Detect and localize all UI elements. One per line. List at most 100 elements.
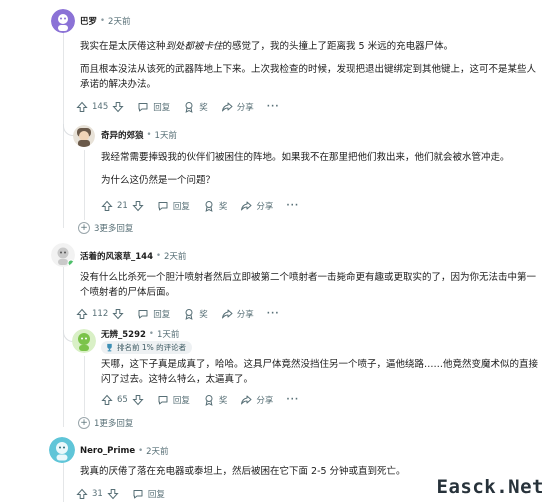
username[interactable]: Nero_Prime <box>80 446 135 456</box>
vote-group: 31 <box>76 488 119 500</box>
downvote-icon[interactable] <box>112 308 124 320</box>
share-icon <box>241 201 252 211</box>
award-button[interactable]: 奖 <box>183 308 208 320</box>
username[interactable]: 巴罗 <box>80 15 97 27</box>
vote-count: 31 <box>92 489 103 499</box>
comment-actions: 112 回复 奖 分享 ··· <box>76 308 292 320</box>
reply-icon <box>158 396 168 405</box>
avatar[interactable] <box>51 9 75 33</box>
reply-button[interactable]: 回复 <box>137 308 170 320</box>
more-replies-link[interactable]: + 1更多回复 <box>78 417 133 429</box>
share-button[interactable]: 分享 <box>221 101 254 113</box>
vote-group: 145 <box>76 101 124 113</box>
timestamp[interactable]: 1天前 <box>157 328 179 340</box>
award-button[interactable]: 奖 <box>203 394 227 406</box>
comment-paragraph: 我经常需要捧毁我的伙伴们被困住的阵地。如果我不在那里把他们救出来，他们就会被水管… <box>101 152 510 163</box>
downvote-icon[interactable] <box>132 200 144 212</box>
timestamp[interactable]: 2天前 <box>164 250 186 262</box>
vote-group: 112 <box>76 308 124 320</box>
thread-line[interactable] <box>63 462 64 502</box>
comment-actions: 31 回复 <box>76 488 178 500</box>
upvote-icon[interactable] <box>76 101 88 113</box>
timestamp[interactable]: 1天前 <box>155 129 177 141</box>
comment-meta: 无辨_5292 • 1天前 <box>101 328 180 340</box>
ellipsis-icon: ··· <box>266 309 280 319</box>
ellipsis-icon: ··· <box>286 201 300 211</box>
comment-paragraph: 而且根本没法从该死的武器阵地上下来。上次我检查的时候，发现把退出键绑定到其他键上… <box>80 64 537 90</box>
reply-button[interactable]: 回复 <box>137 101 170 113</box>
more-replies-link[interactable]: + 3更多回复 <box>78 222 133 234</box>
comment-actions: 21 回复 奖 分享 ··· <box>101 200 312 212</box>
avatar[interactable] <box>49 437 75 463</box>
reply-button[interactable]: 回复 <box>157 394 190 406</box>
upvote-icon[interactable] <box>101 200 113 212</box>
username[interactable]: 活着的风滚草_144 <box>80 250 153 262</box>
upvote-icon[interactable] <box>76 308 88 320</box>
more-options-button[interactable]: ··· <box>286 201 299 211</box>
comment-body: 我经常需要捧毁我的伙伴们被困住的阵地。如果我不在那里把他们救出来，他们就会被水管… <box>101 150 541 188</box>
downvote-icon[interactable] <box>132 394 144 406</box>
share-button[interactable]: 分享 <box>240 394 273 406</box>
comment-meta: Nero_Prime • 2天前 <box>80 445 169 457</box>
downvote-icon[interactable] <box>112 101 124 113</box>
avatar[interactable] <box>51 243 75 267</box>
vote-count: 112 <box>92 309 109 319</box>
more-options-button[interactable]: ··· <box>267 102 280 112</box>
award-icon <box>185 309 193 320</box>
comment-meta: 巴罗 • 2天前 <box>80 15 131 27</box>
comment-actions: 65 回复 奖 分享 ··· <box>101 394 312 406</box>
expand-icon: + <box>78 222 90 234</box>
username[interactable]: 无辨_5292 <box>101 328 146 340</box>
ellipsis-icon: ··· <box>266 102 280 112</box>
upvote-icon[interactable] <box>101 394 113 406</box>
award-icon <box>205 201 213 212</box>
award-icon <box>205 395 213 406</box>
reply-button[interactable]: 回复 <box>157 200 190 212</box>
upvote-icon[interactable] <box>76 488 88 500</box>
vote-count: 21 <box>117 201 128 211</box>
timestamp[interactable]: 2天前 <box>146 445 168 457</box>
top-commenter-badge[interactable]: 排名前 1% 的评论者 <box>101 341 193 354</box>
user-avatar-icon <box>73 125 95 147</box>
comment-body: 没有什么比杀死一个胆汁喷射者然后立即被第二个喷射者一击毙命更有趣或更取实的了，因… <box>80 270 542 300</box>
comment-body: 我实在是太厌倦这种到处都被卡住的感觉了，我的头撞上了距离我 5 米远的充电器尸体… <box>80 39 540 92</box>
trophy-icon <box>107 343 112 352</box>
reply-icon <box>138 103 148 112</box>
thread-line[interactable] <box>63 267 64 427</box>
reply-icon <box>133 490 143 499</box>
more-options-button[interactable]: ··· <box>286 395 299 405</box>
avatar[interactable] <box>72 329 96 353</box>
reply-icon <box>158 202 168 211</box>
award-icon <box>185 102 193 113</box>
comment-actions: 145 回复 奖 分享 ··· <box>76 101 292 113</box>
user-avatar-icon <box>49 437 75 463</box>
ellipsis-icon: ··· <box>286 395 300 405</box>
reply-icon <box>138 310 148 319</box>
award-button[interactable]: 奖 <box>203 200 227 212</box>
comment-paragraph: 我实在是太厌倦这种到处都被卡住的感觉了，我的头撞上了距离我 5 米远的充电器尸体… <box>80 41 454 52</box>
comment-body: 天哪，这下子真是成真了，哈哈。这具尸体竟然没挡住另一个喷子，逼他绕路……他竟然变… <box>101 357 541 387</box>
timestamp[interactable]: 2天前 <box>108 15 130 27</box>
comment-paragraph: 没有什么比杀死一个胆汁喷射者然后立即被第二个喷射者一击毙命更有趣或更取实的了，因… <box>80 272 537 298</box>
share-icon <box>221 309 233 319</box>
award-button[interactable]: 奖 <box>183 101 208 113</box>
vote-count: 65 <box>117 395 128 405</box>
share-icon <box>221 102 233 112</box>
username[interactable]: 奇异的郊狼 <box>101 129 144 141</box>
comment-paragraph: 为什么这仍然是一个问题？ <box>101 175 216 186</box>
more-options-button[interactable]: ··· <box>267 309 280 319</box>
vote-count: 145 <box>92 102 109 112</box>
comment-paragraph: 天哪，这下子真是成真了，哈哈。这具尸体竟然没挡住另一个喷子，逼他绕路……他竟然变… <box>101 359 539 385</box>
share-button[interactable]: 分享 <box>240 200 273 212</box>
comment-meta: 活着的风滚草_144 • 2天前 <box>80 250 187 262</box>
share-icon <box>241 395 252 405</box>
reply-button[interactable]: 回复 <box>132 488 165 500</box>
share-button[interactable]: 分享 <box>221 308 254 320</box>
downvote-icon[interactable] <box>107 488 119 500</box>
user-avatar-icon <box>51 243 75 267</box>
thread-line[interactable] <box>84 356 85 416</box>
avatar[interactable] <box>73 125 95 147</box>
comment-meta: 奇异的郊狼 • 1天前 <box>101 129 177 141</box>
thread-line[interactable] <box>84 150 85 220</box>
user-avatar-icon <box>51 9 75 33</box>
